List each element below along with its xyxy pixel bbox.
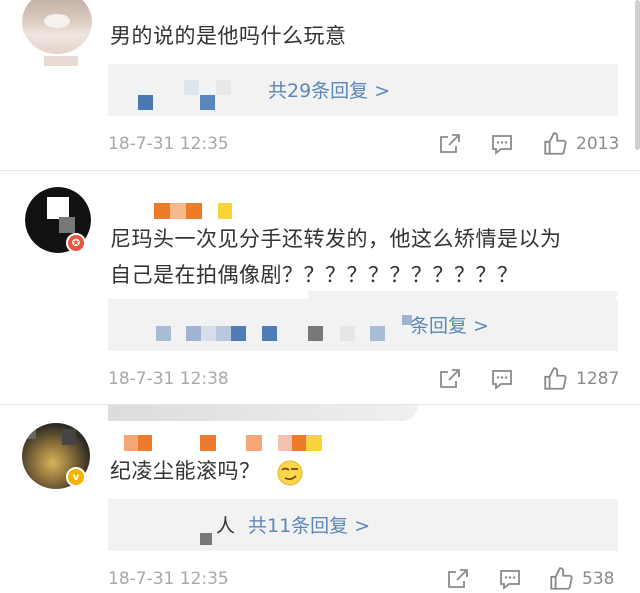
reply-box[interactable]: 条回复 > bbox=[108, 291, 618, 351]
reply-box[interactable]: 共29条回复 > bbox=[108, 64, 618, 116]
comment-text-line: 自己是在拍偶像剧？？？？？？？？？？？ bbox=[110, 263, 519, 287]
comment-text: 尼玛头一次见分手还转发的，他这么矫情是以为 自己是在拍偶像剧？？？？？？？？？？… bbox=[110, 221, 620, 293]
view-replies-link[interactable]: 共11条回复 > bbox=[248, 511, 370, 538]
comment-time: 18-7-31 12:35 bbox=[108, 569, 229, 589]
comment-text: 男的说的是他吗什么玩意 bbox=[110, 24, 347, 48]
like-count: 2013 bbox=[576, 134, 620, 154]
scrollbar[interactable] bbox=[635, 0, 640, 150]
avatar[interactable] bbox=[22, 0, 92, 54]
comment-icon[interactable] bbox=[490, 132, 514, 156]
thumbs-up-icon[interactable] bbox=[542, 131, 568, 157]
comment-item-1: 男的说的是他吗什么玩意 共29条回复 > 18-7-31 12:35 2013 bbox=[0, 0, 640, 170]
comment-text: 纪凌尘能滚吗？ bbox=[110, 459, 261, 483]
like-count: 538 bbox=[582, 569, 615, 589]
view-replies-link[interactable]: 共29条回复 > bbox=[268, 76, 390, 103]
like-count: 1287 bbox=[576, 369, 620, 389]
avatar-frame-fragment bbox=[44, 56, 78, 66]
share-icon[interactable] bbox=[438, 132, 462, 156]
reply-box[interactable]: 人 共11条回复 > bbox=[108, 499, 618, 551]
thumbs-up-icon[interactable] bbox=[542, 366, 568, 392]
smirk-emoji bbox=[277, 460, 303, 486]
comment-item-3: v 纪凌尘能滚吗？ 人 共11条回复 > 18-7-31 12:35 538 bbox=[0, 405, 640, 593]
share-icon[interactable] bbox=[446, 567, 470, 591]
comment-icon[interactable] bbox=[490, 367, 514, 391]
share-icon[interactable] bbox=[438, 367, 462, 391]
reply-prefix: 人 bbox=[216, 515, 236, 537]
comment-icon[interactable] bbox=[498, 567, 522, 591]
comment-time: 18-7-31 12:35 bbox=[108, 134, 229, 154]
verified-badge-icon: v bbox=[66, 467, 86, 487]
comment-item-2: ✪ 尼玛头一次见分手还转发的，他这么矫情是以为 自己是在拍偶像剧？？？？？？？？… bbox=[0, 171, 640, 421]
thumbs-up-icon[interactable] bbox=[548, 566, 574, 592]
comment-text-line: 尼玛头一次见分手还转发的，他这么矫情是以为 bbox=[110, 227, 562, 251]
view-replies-link[interactable]: 条回复 > bbox=[410, 311, 489, 338]
verified-badge-icon: ✪ bbox=[66, 233, 86, 253]
comment-time: 18-7-31 12:38 bbox=[108, 369, 229, 389]
